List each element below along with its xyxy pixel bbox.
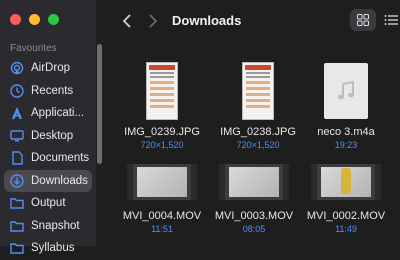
- sidebar-list: AirDrop Recents Applicati... Desktop Doc…: [4, 57, 92, 260]
- file-item[interactable]: neco 3.m4a 19:23: [300, 62, 392, 150]
- folder-icon: [10, 196, 24, 210]
- video-thumbnail: [219, 164, 289, 200]
- back-button[interactable]: [118, 12, 136, 30]
- grid-view-icon: [357, 14, 369, 26]
- sidebar-section-title: Favourites: [10, 43, 57, 54]
- file-meta: 11:51: [151, 224, 173, 234]
- forward-button[interactable]: [144, 12, 162, 30]
- sidebar-item-downloads[interactable]: Downloads: [4, 169, 92, 192]
- sidebar-item-documents[interactable]: Documents: [4, 147, 92, 169]
- sidebar-item-label: Snapshot: [31, 219, 80, 232]
- sidebar-item-snapshot[interactable]: Snapshot: [4, 215, 92, 237]
- sidebar-item-label: Output: [31, 197, 66, 209]
- file-meta: 720×1,520: [140, 140, 184, 150]
- file-name: IMG_0238.JPG: [220, 126, 296, 138]
- file-name: MVI_0003.MOV: [214, 210, 294, 222]
- airdrop-icon: [10, 61, 24, 75]
- clock-icon: [10, 83, 24, 98]
- download-icon: [10, 173, 24, 188]
- file-item[interactable]: MVI_0002.MOV 11:49: [300, 160, 392, 234]
- file-name: MVI_0004.MOV: [122, 210, 202, 222]
- file-item[interactable]: MVI_0004.MOV 11:51: [116, 160, 208, 234]
- sidebar-item-recents[interactable]: Recents: [4, 80, 92, 102]
- sidebar-item-airdrop[interactable]: AirDrop: [4, 57, 92, 79]
- grid-view-button[interactable]: [350, 9, 376, 31]
- zoom-button[interactable]: [48, 14, 59, 25]
- minimize-button[interactable]: [29, 14, 40, 25]
- sidebar: Favourites AirDrop Recents Applicati... …: [0, 0, 102, 254]
- music-note-icon: [338, 80, 354, 100]
- file-item[interactable]: MVI_0003.MOV 08:05: [208, 160, 300, 234]
- file-browser: Downloads IMG_0239.JPG 720×1,520 IMG_023…: [104, 0, 400, 246]
- sidebar-item-label: Applicati...: [31, 107, 85, 119]
- sidebar-item-label: Recents: [31, 84, 74, 97]
- file-meta: 08:05: [242, 224, 266, 234]
- sidebar-item-label: Desktop: [31, 129, 74, 142]
- list-view-icon: [384, 15, 398, 25]
- file-meta: 11:49: [335, 224, 357, 234]
- image-thumbnail: [242, 62, 274, 120]
- document-icon: [10, 151, 24, 165]
- sidebar-item-label: Syllabus: [31, 242, 75, 254]
- toolbar: Downloads: [104, 0, 400, 42]
- desktop-icon: [10, 129, 24, 143]
- file-item[interactable]: IMG_0238.JPG 720×1,520: [212, 62, 304, 150]
- image-thumbnail: [146, 62, 178, 120]
- folder-icon: [10, 241, 24, 255]
- window-controls: [10, 14, 59, 25]
- audio-thumbnail: [324, 63, 368, 119]
- folder-icon: [10, 219, 24, 233]
- video-thumbnail: [311, 164, 381, 200]
- file-name: MVI_0002.MOV: [306, 210, 386, 222]
- sidebar-item-applications[interactable]: Applicati...: [4, 102, 92, 124]
- sidebar-item-label: Documents: [31, 152, 90, 164]
- file-meta: 720×1,520: [236, 140, 280, 150]
- chevron-right-icon: [149, 14, 158, 28]
- sidebar-item-desktop[interactable]: Desktop: [4, 125, 92, 147]
- applications-icon: [10, 106, 24, 120]
- sidebar-item-label: AirDrop: [31, 62, 70, 74]
- file-meta: 19:23: [334, 140, 358, 150]
- sidebar-item-output[interactable]: Output: [4, 192, 92, 214]
- sidebar-scrollbar[interactable]: [97, 44, 102, 164]
- video-thumbnail: [127, 164, 197, 200]
- file-item[interactable]: IMG_0239.JPG 720×1,520: [116, 62, 208, 150]
- file-name: neco 3.m4a: [317, 126, 375, 138]
- file-name: IMG_0239.JPG: [124, 126, 200, 138]
- close-button[interactable]: [10, 14, 21, 25]
- chevron-left-icon: [122, 14, 131, 28]
- sidebar-item-label: Downloads: [31, 174, 88, 187]
- sidebar-item-syllabus[interactable]: Syllabus: [4, 237, 92, 259]
- list-view-button[interactable]: [384, 11, 400, 29]
- window-title: Downloads: [172, 13, 242, 28]
